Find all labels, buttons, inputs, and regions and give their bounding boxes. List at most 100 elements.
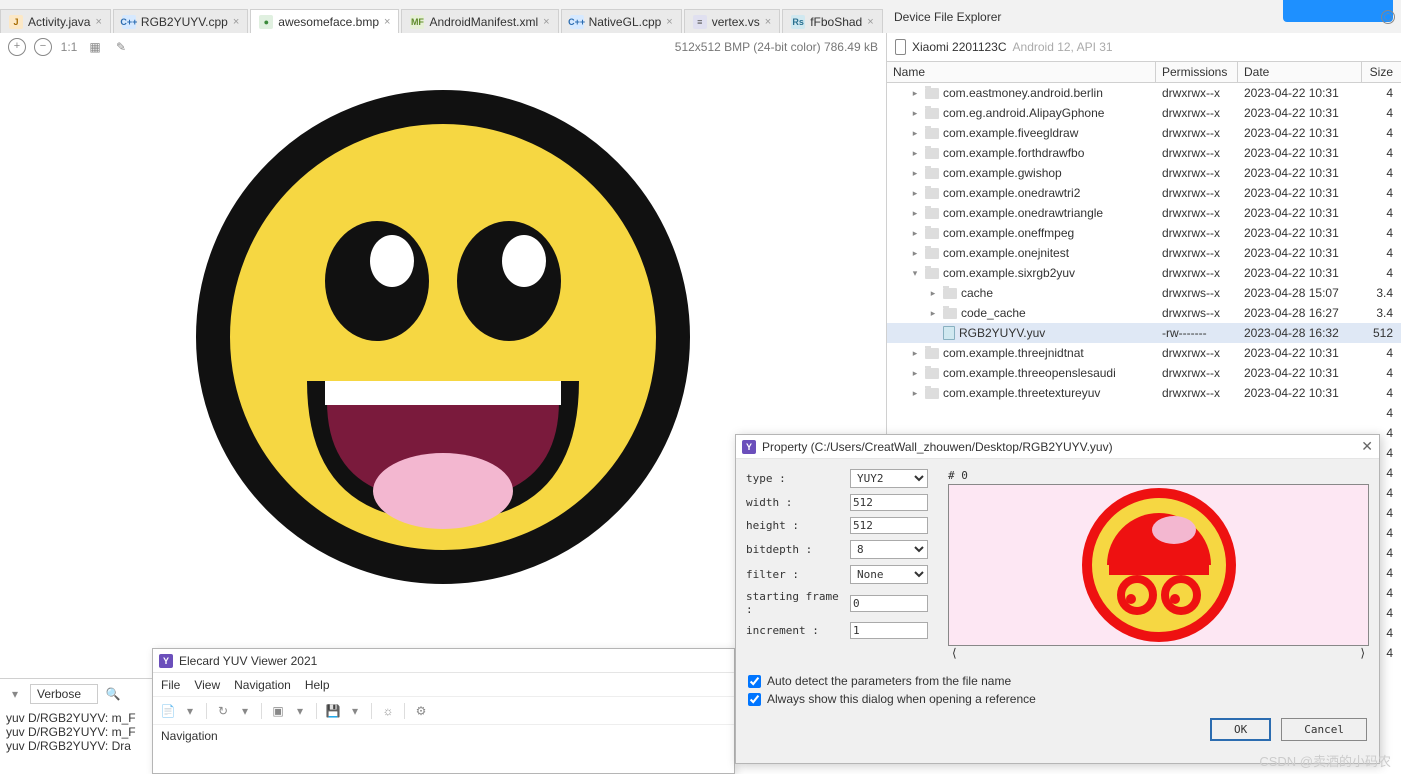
col-size[interactable]: Size xyxy=(1362,62,1401,82)
folder-icon xyxy=(943,288,957,299)
settings-icon[interactable]: ⚙ xyxy=(412,702,430,720)
preview-scrollbar[interactable]: ⟨⟩ xyxy=(948,646,1369,660)
gear-icon[interactable] xyxy=(1381,10,1395,24)
table-row[interactable]: 4 xyxy=(887,403,1401,423)
height-input[interactable] xyxy=(850,517,928,534)
table-row[interactable]: ▸com.example.onedrawtri2drwxrwx--x2023-0… xyxy=(887,183,1401,203)
search-icon[interactable]: 🔍 xyxy=(104,685,122,703)
table-row[interactable]: RGB2YUYV.yuv-rw-------2023-04-28 16:3251… xyxy=(887,323,1401,343)
file-size: 4 xyxy=(1362,386,1401,400)
close-icon[interactable]: × xyxy=(384,16,390,28)
type-select[interactable]: YUY2 xyxy=(850,469,928,488)
col-date[interactable]: Date xyxy=(1238,62,1362,82)
file-name: com.example.onejnitest xyxy=(943,246,1069,260)
close-icon[interactable]: × xyxy=(543,16,549,28)
file-date: 2023-04-22 10:31 xyxy=(1238,346,1362,360)
expand-arrow-icon[interactable]: ▸ xyxy=(909,248,921,259)
editor-tab[interactable]: MFAndroidManifest.xml× xyxy=(401,9,558,33)
table-row[interactable]: ▸com.eastmoney.android.berlindrwxrwx--x2… xyxy=(887,83,1401,103)
expand-arrow-icon[interactable]: ▸ xyxy=(927,308,939,319)
save-icon[interactable]: 💾 xyxy=(324,702,342,720)
editor-tab[interactable]: RsfFboShad× xyxy=(782,9,882,33)
zoom-out-icon[interactable]: − xyxy=(34,38,52,56)
expand-arrow-icon[interactable]: ▸ xyxy=(909,88,921,99)
layout-icon[interactable]: ▣ xyxy=(269,702,287,720)
chevron-down-icon[interactable]: ▾ xyxy=(346,702,364,720)
expand-arrow-icon[interactable]: ▸ xyxy=(909,168,921,179)
chevron-down-icon[interactable]: ▾ xyxy=(181,702,199,720)
close-icon[interactable]: × xyxy=(95,16,101,28)
always-show-checkbox[interactable]: Always show this dialog when opening a r… xyxy=(748,692,1367,706)
table-row[interactable]: ▸com.example.gwishopdrwxrwx--x2023-04-22… xyxy=(887,163,1401,183)
close-icon[interactable]: × xyxy=(666,16,672,28)
logcat-dropdown-icon[interactable]: ▾ xyxy=(6,685,24,703)
refresh-icon[interactable]: ↻ xyxy=(214,702,232,720)
editor-tab[interactable]: JActivity.java× xyxy=(0,9,111,33)
open-icon[interactable]: 📄 xyxy=(159,702,177,720)
expand-arrow-icon[interactable]: ▸ xyxy=(909,388,921,399)
expand-arrow-icon[interactable]: ▸ xyxy=(909,228,921,239)
editor-tab[interactable]: ≡vertex.vs× xyxy=(684,9,780,33)
menu-item[interactable]: View xyxy=(194,678,220,692)
file-perm: drwxrwx--x xyxy=(1156,86,1238,100)
cancel-button[interactable]: Cancel xyxy=(1281,718,1367,741)
expand-arrow-icon[interactable]: ▸ xyxy=(909,208,921,219)
expand-arrow-icon[interactable]: ▸ xyxy=(909,348,921,359)
prop-title: Property (C:/Users/CreatWall_zhouwen/Des… xyxy=(762,440,1113,454)
file-perm: drwxrwx--x xyxy=(1156,106,1238,120)
grid-icon[interactable]: ▦ xyxy=(86,38,104,56)
log-level-select[interactable]: Verbose xyxy=(30,684,98,704)
col-perm[interactable]: Permissions xyxy=(1156,62,1238,82)
tab-label: awesomeface.bmp xyxy=(278,15,379,29)
expand-arrow-icon[interactable]: ▸ xyxy=(909,108,921,119)
ok-button[interactable]: OK xyxy=(1210,718,1271,741)
menu-item[interactable]: File xyxy=(161,678,180,692)
table-row[interactable]: ▸com.eg.android.AlipayGphonedrwxrwx--x20… xyxy=(887,103,1401,123)
close-icon[interactable]: × xyxy=(765,16,771,28)
table-row[interactable]: ▸cachedrwxrws--x2023-04-28 15:073.4 xyxy=(887,283,1401,303)
table-row[interactable]: ▸com.example.onejnitestdrwxrwx--x2023-04… xyxy=(887,243,1401,263)
menu-item[interactable]: Help xyxy=(305,678,330,692)
close-icon[interactable]: × xyxy=(867,16,873,28)
chevron-down-icon[interactable]: ▾ xyxy=(236,702,254,720)
file-name: com.example.threeopenslesaudi xyxy=(943,366,1116,380)
starting-frame-input[interactable] xyxy=(850,595,928,612)
bitdepth-select[interactable]: 8 xyxy=(850,540,928,559)
expand-arrow-icon[interactable]: ▸ xyxy=(909,128,921,139)
zoom-in-icon[interactable]: + xyxy=(8,38,26,56)
table-row[interactable]: ▸com.example.forthdrawfbodrwxrwx--x2023-… xyxy=(887,143,1401,163)
phone-icon xyxy=(895,39,906,55)
expand-arrow-icon[interactable]: ▾ xyxy=(909,268,921,279)
table-row[interactable]: ▸com.example.oneffmpegdrwxrwx--x2023-04-… xyxy=(887,223,1401,243)
table-row[interactable]: ▸com.example.onedrawtriangledrwxrwx--x20… xyxy=(887,203,1401,223)
width-input[interactable] xyxy=(850,494,928,511)
file-perm: drwxrwx--x xyxy=(1156,226,1238,240)
expand-arrow-icon[interactable]: ▸ xyxy=(909,368,921,379)
table-row[interactable]: ▸com.example.threejnidtnatdrwxrwx--x2023… xyxy=(887,343,1401,363)
menu-item[interactable]: Navigation xyxy=(234,678,291,692)
expand-arrow-icon[interactable]: ▸ xyxy=(927,288,939,299)
auto-detect-checkbox[interactable]: Auto detect the parameters from the file… xyxy=(748,674,1367,688)
table-row[interactable]: ▸com.example.fiveegldrawdrwxrwx--x2023-0… xyxy=(887,123,1401,143)
bug-icon[interactable]: ☼ xyxy=(379,702,397,720)
expand-arrow-icon[interactable]: ▸ xyxy=(909,188,921,199)
editor-tab[interactable]: ●awesomeface.bmp× xyxy=(250,9,399,33)
label-type: type : xyxy=(746,472,844,485)
close-icon[interactable]: ✕ xyxy=(1361,438,1373,455)
file-name: com.example.gwishop xyxy=(943,166,1062,180)
chevron-down-icon[interactable]: ▾ xyxy=(291,702,309,720)
table-row[interactable]: ▸com.example.threeopenslesaudidrwxrwx--x… xyxy=(887,363,1401,383)
zoom-ratio[interactable]: 1:1 xyxy=(60,38,78,56)
close-icon[interactable]: × xyxy=(233,16,239,28)
expand-arrow-icon[interactable]: ▸ xyxy=(909,148,921,159)
editor-tab[interactable]: C++NativeGL.cpp× xyxy=(561,9,682,33)
table-row[interactable]: ▾com.example.sixrgb2yuvdrwxrwx--x2023-04… xyxy=(887,263,1401,283)
editor-tab[interactable]: C++RGB2YUYV.cpp× xyxy=(113,9,248,33)
table-row[interactable]: ▸code_cachedrwxrws--x2023-04-28 16:273.4 xyxy=(887,303,1401,323)
device-selector[interactable]: Xiaomi 2201123C Android 12, API 31 xyxy=(887,33,1401,61)
table-row[interactable]: ▸com.example.threetextureyuvdrwxrwx--x20… xyxy=(887,383,1401,403)
eyedropper-icon[interactable]: ✎ xyxy=(112,38,130,56)
filter-select[interactable]: None xyxy=(850,565,928,584)
increment-input[interactable] xyxy=(850,622,928,639)
col-name[interactable]: Name xyxy=(887,62,1156,82)
